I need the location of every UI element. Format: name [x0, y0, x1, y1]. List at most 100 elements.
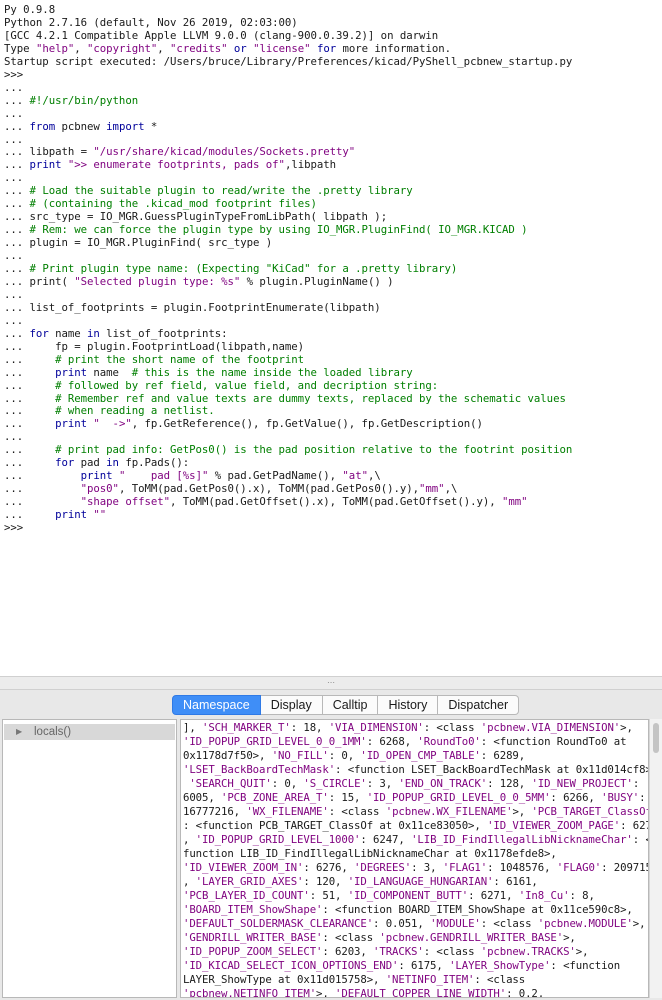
- code-token: "mm": [502, 495, 528, 509]
- scrollbar-thumb[interactable]: [653, 723, 659, 753]
- namespace-token: 'MODULE': [430, 917, 481, 930]
- namespace-token: 'ID_POPUP_GRID_LEVEL_0_0_5MM': [366, 791, 551, 804]
- namespace-token: : 6276,: [303, 861, 355, 874]
- code-token: Startup script executed: /Users/bruce/Li…: [4, 54, 573, 68]
- code-token: # Remember ref and value texts are dummy…: [55, 391, 566, 405]
- namespace-scrollbar[interactable]: [649, 719, 662, 998]
- expand-arrow-icon[interactable]: ▶: [16, 726, 22, 738]
- namespace-token: >,: [512, 805, 532, 818]
- shell-line: ... # Load the suitable plugin to read/w…: [4, 184, 413, 197]
- shell-prompt: ...: [4, 469, 81, 483]
- namespace-token: : 6271,: [468, 889, 519, 902]
- shell-line: >>>: [4, 521, 30, 534]
- namespace-token: : 6289,: [480, 749, 526, 762]
- code-token: name: [48, 326, 88, 340]
- namespace-line: 'ID_VIEWER_ZOOM_IN': 6276, 'DEGREES': 3,…: [183, 861, 648, 876]
- namespace-token: 'pcbnew.NETINFO_ITEM': [183, 987, 317, 998]
- splitter-grip-icon[interactable]: ⋯: [326, 679, 336, 687]
- namespace-token: 'TRACKS': [373, 945, 424, 958]
- namespace-token: LAYER_ShowType at 0x11d015758>,: [183, 973, 386, 986]
- namespace-token: : 18,: [290, 721, 329, 734]
- namespace-token: 'RoundTo0': [417, 735, 481, 748]
- python-shell-output[interactable]: Py 0.9.8 Python 2.7.16 (default, Nov 26 2…: [0, 0, 662, 676]
- namespace-line: 'ID_POPUP_ZOOM_SELECT': 6203, 'TRACKS': …: [183, 945, 589, 960]
- namespace-line: 6005, 'PCB_ZONE_AREA_T': 15, 'ID_POPUP_G…: [183, 791, 646, 806]
- namespace-token: 'ID_KICAD_SELECT_ICON_OPTIONS_END': [183, 959, 399, 972]
- shell-line: ... # Remember ref and value texts are d…: [4, 392, 566, 405]
- namespace-token: 'PCB_TARGET_ClassOf': [531, 805, 649, 818]
- namespace-token: >,: [632, 917, 646, 930]
- namespace-token: 'pcbnew.GENDRILL_WRITER_BASE': [379, 931, 564, 944]
- shell-line: ... for name in list_of_footprints:: [4, 327, 228, 340]
- namespace-token: 'LSET_BackBoardTechMask': [183, 763, 336, 776]
- namespace-line: 'DEFAULT_SOLDERMASK_CLEARANCE': 0.051, '…: [183, 917, 646, 932]
- code-token: for: [55, 456, 75, 470]
- shell-line: ... plugin = IO_MGR.PluginFind( src_type…: [4, 236, 272, 249]
- shell-line: ... # (containing the .kicad_mod footpri…: [4, 197, 317, 210]
- code-token: , ToMM(pad.GetOffset().x), ToMM(pad.GetO…: [170, 495, 503, 509]
- shell-prompt: ...: [4, 132, 30, 146]
- code-token: ,\: [367, 469, 381, 483]
- code-token: " ->": [93, 417, 132, 431]
- namespace-line: LAYER_ShowType at 0x11d015758>, 'NETINFO…: [183, 973, 525, 988]
- code-token: # this is the name inside the loaded lib…: [131, 365, 413, 379]
- code-token: list_of_footprints = plugin.FootprintEnu…: [29, 300, 381, 314]
- tab-dispatcher[interactable]: Dispatcher: [438, 695, 520, 715]
- tab-history[interactable]: History: [378, 695, 439, 715]
- splitter-sash[interactable]: ⋯: [0, 676, 662, 690]
- shell-prompt: ...: [4, 93, 30, 107]
- code-token: # print pad info: GetPos0() is the pad p…: [55, 443, 573, 457]
- inspector-tabs: Namespace Display Calltip History Dispatcher: [172, 695, 520, 715]
- namespace-token: : 6161,: [493, 875, 538, 888]
- shell-prompt: ...: [4, 378, 56, 392]
- code-token: # Rem: we can force the plugin type by u…: [29, 223, 528, 237]
- code-token: or: [233, 41, 247, 55]
- namespace-token: :: [639, 791, 646, 804]
- code-token: "pos0": [80, 482, 119, 496]
- namespace-line: 'SEARCH_QUIT': 0, 'S_CIRCLE': 3, 'END_ON…: [183, 777, 639, 792]
- code-token: "at": [342, 469, 368, 483]
- namespace-token: 'NETINFO_ITEM': [385, 973, 475, 986]
- namespace-token: : 6268,: [366, 735, 418, 748]
- namespace-token: : 6278: [620, 819, 648, 832]
- namespace-token: : 6266,: [550, 791, 602, 804]
- namespace-token: : 3,: [366, 777, 399, 790]
- namespace-token: 'pcbnew.MODULE': [537, 917, 633, 930]
- code-token: ">> enumerate footprints, pads of": [67, 158, 285, 172]
- namespace-token: 'BUSY': [601, 791, 640, 804]
- code-token: print: [29, 158, 62, 172]
- namespace-token: 'LIB_ID_FindIllegalLibNicknameChar': [411, 833, 633, 846]
- namespace-token: : 1048576,: [487, 861, 557, 874]
- code-token: "credits": [170, 41, 228, 55]
- shell-prompt: ...: [4, 197, 30, 211]
- namespace-token: 'VIA_DIMENSION': [328, 721, 424, 734]
- shell-line: ... # followed by ref field, value field…: [4, 379, 438, 392]
- namespace-line: 'BOARD_ITEM_ShowShape': <function BOARD_…: [183, 903, 633, 918]
- namespace-token: 'ID_LANGUAGE_HUNGARIAN': [347, 875, 494, 888]
- namespace-token: : <function RoundTo0 at: [480, 735, 627, 748]
- code-token: ,: [157, 41, 171, 55]
- namespace-token: : 128,: [487, 777, 532, 790]
- shell-prompt: ...: [4, 184, 30, 198]
- code-token: , fp.GetReference(), fp.GetValue(), fp.G…: [131, 417, 483, 431]
- shell-prompt: ...: [4, 404, 56, 418]
- namespace-line: ], 'SCH_MARKER_T': 18, 'VIA_DIMENSION': …: [183, 721, 633, 736]
- tab-namespace[interactable]: Namespace: [172, 695, 261, 715]
- tab-display[interactable]: Display: [260, 695, 323, 715]
- tree-item-locals[interactable]: ▶ locals(): [4, 724, 175, 740]
- namespace-token: 'pcbnew.WX_FILENAME': [385, 805, 513, 818]
- shell-prompt: ...: [4, 106, 30, 120]
- tab-calltip[interactable]: Calltip: [322, 695, 379, 715]
- code-token: print: [80, 469, 113, 483]
- namespace-value-text[interactable]: ], 'SCH_MARKER_T': 18, 'VIA_DIMENSION': …: [180, 719, 649, 998]
- shell-prompt: ...: [4, 171, 30, 185]
- namespace-token: : <: [632, 833, 648, 846]
- shell-line: Startup script executed: /Users/bruce/Li…: [4, 55, 572, 68]
- namespace-token: 'FLAG1': [442, 861, 488, 874]
- shell-prompt: ...: [4, 430, 30, 444]
- shell-prompt: ...: [4, 158, 30, 172]
- namespace-tree[interactable]: ▶ locals(): [2, 719, 177, 998]
- shell-prompt: ...: [4, 326, 30, 340]
- code-token: *: [144, 119, 158, 133]
- namespace-token: : <function BOARD_ITEM_ShowShape at 0x11…: [322, 903, 633, 916]
